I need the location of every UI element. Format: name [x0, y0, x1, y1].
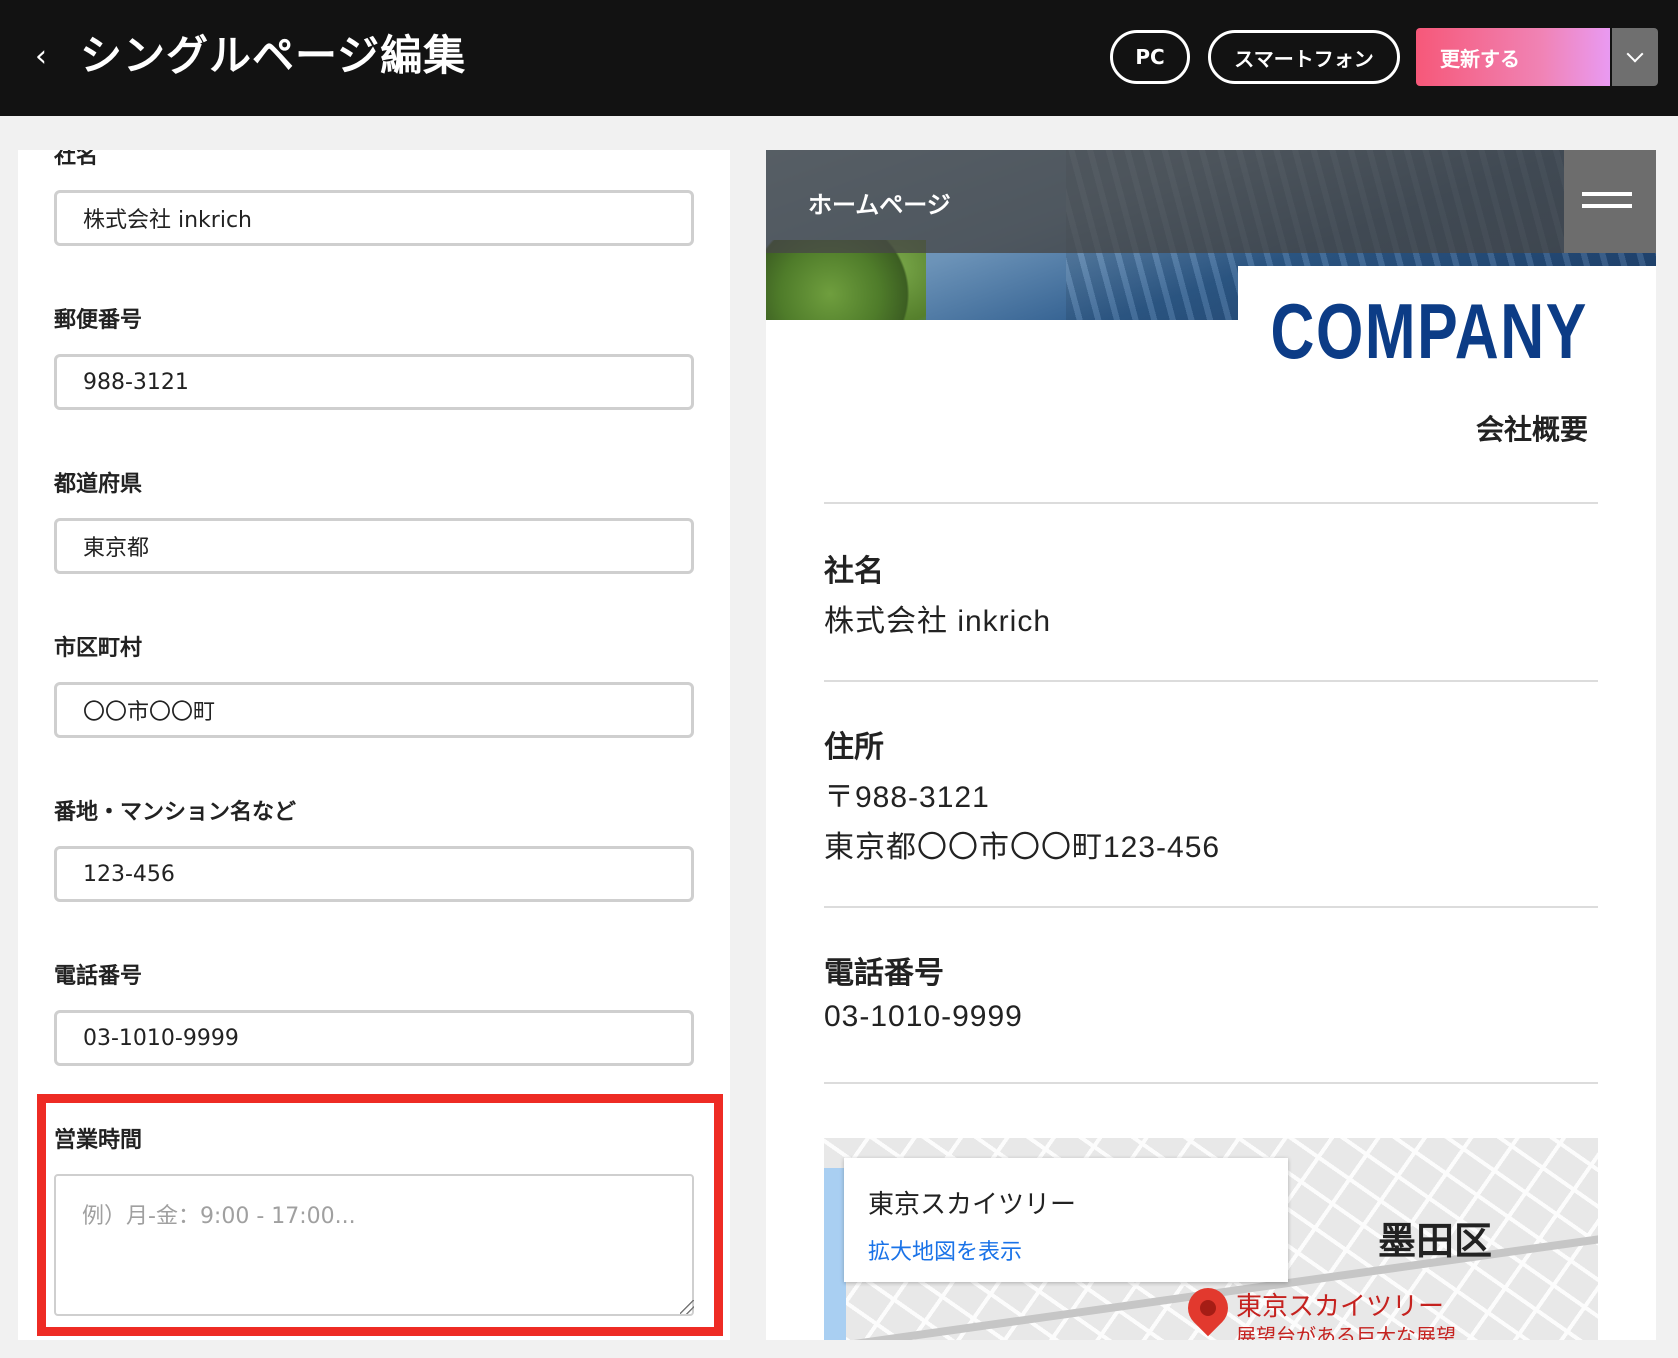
map-district-label: 墨田区 [1378, 1219, 1493, 1263]
preview-postal-code: 〒988-3121 [824, 781, 990, 814]
phone-input[interactable]: 03-1010-9999 [54, 1010, 694, 1066]
divider [824, 680, 1598, 682]
preview-address-value: 東京都〇〇市〇〇町123-456 [824, 831, 1221, 864]
postal-code-label: 郵便番号 [54, 308, 143, 333]
preview-address-label: 住所 [824, 730, 884, 765]
phone-label: 電話番号 [54, 964, 143, 989]
back-chevron-icon[interactable]: ‹ [26, 40, 56, 74]
street-address-input[interactable]: 123-456 [54, 846, 694, 902]
divider [824, 906, 1598, 908]
preview-company-name-value: 株式会社 inkrich [824, 605, 1052, 638]
top-bar: ‹ シングルページ編集 PC スマートフォン 更新する [0, 0, 1678, 116]
map-water [824, 1168, 846, 1340]
prefecture-label: 都道府県 [54, 472, 143, 497]
street-address-label: 番地・マンション名など [54, 800, 297, 825]
view-smartphone-button[interactable]: スマートフォン [1208, 30, 1400, 84]
divider [824, 502, 1598, 504]
highlight-box [37, 1094, 723, 1336]
page-title: シングルページ編集 [80, 31, 467, 80]
page-preview: ホームページ COMPANY 会社概要 社名 株式会社 inkrich 住所 〒… [766, 150, 1656, 1340]
preview-company-name-label: 社名 [824, 554, 884, 589]
hamburger-menu-icon[interactable] [1564, 150, 1656, 253]
map-poi-description: 展望台がある巨大な展望 [1236, 1324, 1456, 1340]
prefecture-input[interactable]: 東京都 [54, 518, 694, 574]
map-enlarge-link[interactable]: 拡大地図を表示 [868, 1234, 1022, 1266]
embedded-map[interactable]: 墨田区 東京スカイツリー 展望台がある巨大な展望 東京スカイツリー 拡大地図を表… [824, 1138, 1598, 1340]
map-poi-name[interactable]: 東京スカイツリー [1236, 1286, 1444, 1323]
divider [824, 1082, 1598, 1084]
company-subheading: 会社概要 [1475, 413, 1588, 446]
chevron-down-icon[interactable] [1612, 28, 1658, 86]
city-label: 市区町村 [54, 636, 143, 661]
map-info-card: 東京スカイツリー 拡大地図を表示 [844, 1158, 1288, 1282]
company-heading: COMPANY [1270, 287, 1588, 375]
update-button[interactable]: 更新する [1416, 28, 1610, 86]
company-name-label: 社名 [54, 150, 99, 169]
site-title[interactable]: ホームページ [808, 185, 951, 220]
preview-phone-value: 03-1010-9999 [824, 1000, 1023, 1033]
company-name-input[interactable]: 株式会社 inkrich [54, 190, 694, 246]
postal-code-input[interactable]: 988-3121 [54, 354, 694, 410]
city-input[interactable]: 〇〇市〇〇町 [54, 682, 694, 738]
map-place-name: 東京スカイツリー [868, 1190, 1077, 1220]
view-pc-button[interactable]: PC [1110, 30, 1190, 84]
preview-phone-label: 電話番号 [824, 956, 944, 991]
